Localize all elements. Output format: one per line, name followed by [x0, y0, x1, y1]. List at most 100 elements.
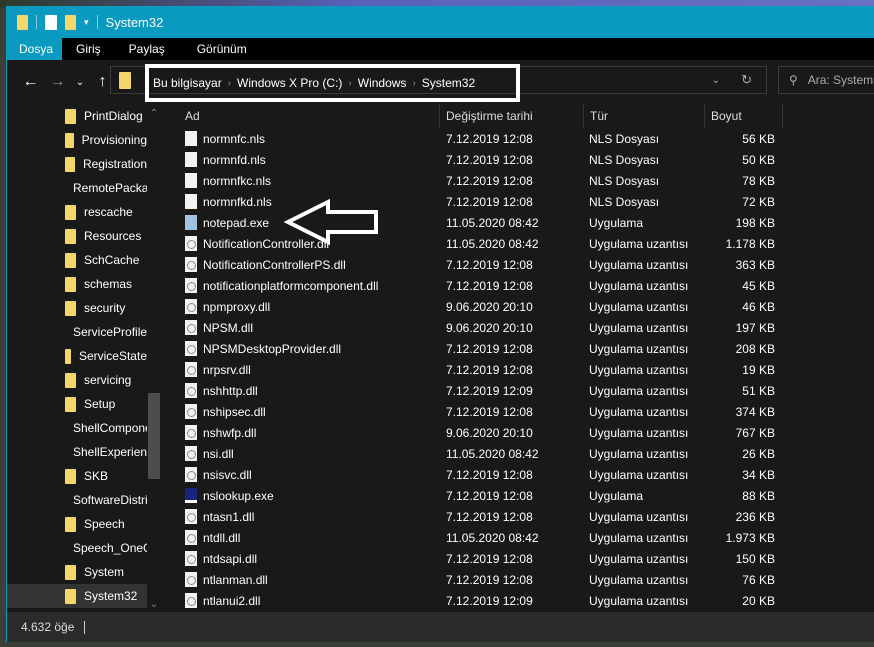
file-name: NPSM.dll	[203, 320, 254, 335]
file-row[interactable]: nslookup.exe 7.12.2019 12:08 Uygulama 88 KB	[161, 485, 874, 506]
file-row[interactable]: nsi.dll 11.05.2020 08:42 Uygulama uzantısı…	[161, 443, 874, 464]
file-row[interactable]: nshwfp.dll 9.06.2020 20:10 Uygulama uzantı…	[161, 422, 874, 443]
file-row[interactable]: NPSM.dll 9.06.2020 20:10 Uygulama uzantısı…	[161, 317, 874, 338]
nav-item[interactable]: rescache	[7, 200, 147, 224]
file-row[interactable]: notepad.exe 11.05.2020 08:42 Uygulama 198 K…	[161, 212, 874, 233]
customize-toolbar-chevron-icon[interactable]: ▾	[84, 17, 89, 28]
scrollbar-thumb[interactable]	[148, 393, 160, 479]
nav-item-label: ShellComponents	[73, 421, 147, 435]
file-name: nsisvc.dll	[203, 467, 252, 482]
file-row[interactable]: nrpsrv.dll 7.12.2019 12:08 Uygulama uzantı…	[161, 359, 874, 380]
nav-item[interactable]: Setup	[7, 392, 147, 416]
divider	[84, 620, 86, 634]
nav-item[interactable]: Resources	[7, 224, 147, 248]
file-date: 7.12.2019 12:08	[446, 362, 533, 377]
file-row[interactable]: normnfkc.nls 7.12.2019 12:08 NLS Dosyası 78…	[161, 170, 874, 191]
nav-item[interactable]: ShellComponents	[7, 416, 147, 440]
nav-scrollbar[interactable]: ⌃ ⌄	[147, 104, 161, 612]
tab-gorunum[interactable]: Görünüm	[177, 38, 259, 60]
file-date: 11.05.2020 08:42	[446, 236, 539, 251]
dll-file-icon	[185, 530, 197, 545]
file-row[interactable]: NotificationControllerPS.dll 7.12.2019 12…	[161, 254, 874, 275]
file-row[interactable]: NotificationController.dll 11.05.2020 08:…	[161, 233, 874, 254]
file-row[interactable]: normnfd.nls 7.12.2019 12:08 NLS Dosyası 50 …	[161, 149, 874, 170]
refresh-icon[interactable]: ↻	[741, 72, 752, 88]
file-row[interactable]: notificationplatformcomponent.dll 7.12.20…	[161, 275, 874, 296]
nav-item[interactable]: PrintDialog	[7, 104, 147, 128]
nav-item[interactable]: ServiceProfiles	[7, 320, 147, 344]
file-row[interactable]: ntdsapi.dll 7.12.2019 12:08 Uygulama uzant…	[161, 548, 874, 569]
nav-item[interactable]: SoftwareDistribution	[7, 488, 147, 512]
file-size: 374 KB	[735, 404, 775, 419]
scroll-down-icon[interactable]: ⌄	[147, 599, 161, 610]
file-name-cell: nshwfp.dll	[161, 425, 440, 440]
address-dropdown-icon[interactable]: ⌄	[712, 75, 720, 86]
file-date: 7.12.2019 12:08	[446, 551, 533, 566]
nav-item[interactable]: Registration	[7, 152, 147, 176]
breadcrumb-item[interactable]: Windows X Pro (C:)	[237, 76, 342, 90]
chevron-right-icon[interactable]: ›	[412, 78, 415, 89]
nav-item[interactable]: Speech	[7, 512, 147, 536]
file-row[interactable]: ntasn1.dll 7.12.2019 12:08 Uygulama uzantı…	[161, 506, 874, 527]
nav-item[interactable]: ShellExperiences	[7, 440, 147, 464]
nav-item[interactable]: Provisioning	[7, 128, 147, 152]
recent-locations-chevron-icon[interactable]: ⌄	[71, 77, 89, 88]
nav-item[interactable]: Speech_OneCore	[7, 536, 147, 560]
file-name: notificationplatformcomponent.dll	[203, 278, 379, 293]
file-row[interactable]: nshipsec.dll 7.12.2019 12:08 Uygulama uzan…	[161, 401, 874, 422]
file-row[interactable]: npmproxy.dll 9.06.2020 20:10 Uygulama uzan…	[161, 296, 874, 317]
file-row[interactable]: normnfkd.nls 7.12.2019 12:08 NLS Dosyası 72…	[161, 191, 874, 212]
nav-item[interactable]: System	[7, 560, 147, 584]
file-row[interactable]: ntlanman.dll 7.12.2019 12:08 Uygulama uzan…	[161, 569, 874, 590]
search-input[interactable]: ⚲ Ara: System32	[778, 66, 874, 94]
column-header-type[interactable]: Tür	[584, 104, 705, 128]
column-header-size[interactable]: Boyut	[705, 104, 783, 128]
file-size: 51 KB	[742, 383, 775, 398]
file-date: 11.05.2020 08:42	[446, 215, 539, 230]
back-icon[interactable]: ←	[17, 73, 44, 91]
properties-icon[interactable]	[45, 14, 57, 30]
forward-icon[interactable]: →	[44, 73, 71, 91]
scroll-up-icon[interactable]: ⌃	[147, 108, 161, 119]
dll-file-icon	[185, 383, 197, 398]
new-folder-icon[interactable]	[65, 14, 76, 30]
tab-paylas[interactable]: Paylaş	[113, 38, 177, 60]
nav-item[interactable]: SKB	[7, 464, 147, 488]
file-row[interactable]: NPSMDesktopProvider.dll 7.12.2019 12:08 Uy…	[161, 338, 874, 359]
column-header-name[interactable]: Ad	[161, 104, 440, 128]
nav-item[interactable]: security	[7, 296, 147, 320]
file-type: Uygulama uzantısı	[589, 278, 689, 293]
nav-item[interactable]: schemas	[7, 272, 147, 296]
file-row[interactable]: nsisvc.dll 7.12.2019 12:08 Uygulama uzantı…	[161, 464, 874, 485]
nav-item[interactable]: RemotePackages	[7, 176, 147, 200]
file-type: Uygulama uzantısı	[589, 383, 689, 398]
file-date: 11.05.2020 08:42	[446, 446, 539, 461]
column-header-date[interactable]: Değiştirme tarihi	[440, 104, 584, 128]
file-name-cell: notificationplatformcomponent.dll	[161, 278, 440, 293]
chevron-right-icon[interactable]: ›	[228, 78, 231, 89]
dll-file-icon	[185, 467, 197, 482]
chevron-right-icon[interactable]: ›	[348, 78, 351, 89]
file-date: 7.12.2019 12:08	[446, 194, 533, 209]
breadcrumb-item[interactable]: Bu bilgisayar	[153, 76, 222, 90]
breadcrumb-item[interactable]: Windows	[358, 76, 407, 90]
folder-icon	[17, 14, 28, 30]
nav-item[interactable]: ServiceState	[7, 344, 147, 368]
file-row[interactable]: nshhttp.dll 7.12.2019 12:09 Uygulama uzant…	[161, 380, 874, 401]
file-row[interactable]: normnfc.nls 7.12.2019 12:08 NLS Dosyası 56 …	[161, 128, 874, 149]
file-name-cell: normnfkc.nls	[161, 173, 440, 188]
file-type: Uygulama uzantısı	[589, 320, 689, 335]
file-name: normnfd.nls	[203, 152, 266, 167]
dll-file-icon	[185, 551, 197, 566]
tab-dosya[interactable]: Dosya	[7, 38, 62, 60]
file-type: Uygulama uzantısı	[589, 299, 689, 314]
breadcrumb-item[interactable]: System32	[422, 76, 475, 90]
file-row[interactable]: ntlanui2.dll 7.12.2019 12:09 Uygulama uzan…	[161, 590, 874, 611]
file-type: NLS Dosyası	[589, 173, 660, 188]
nav-item[interactable]: servicing	[7, 368, 147, 392]
divider	[36, 15, 37, 29]
nav-item[interactable]: SchCache	[7, 248, 147, 272]
tab-giris[interactable]: Giriş	[62, 38, 113, 60]
nav-item[interactable]: System32	[7, 584, 147, 608]
file-row[interactable]: ntdll.dll 11.05.2020 08:42 Uygulama uzantı…	[161, 527, 874, 548]
